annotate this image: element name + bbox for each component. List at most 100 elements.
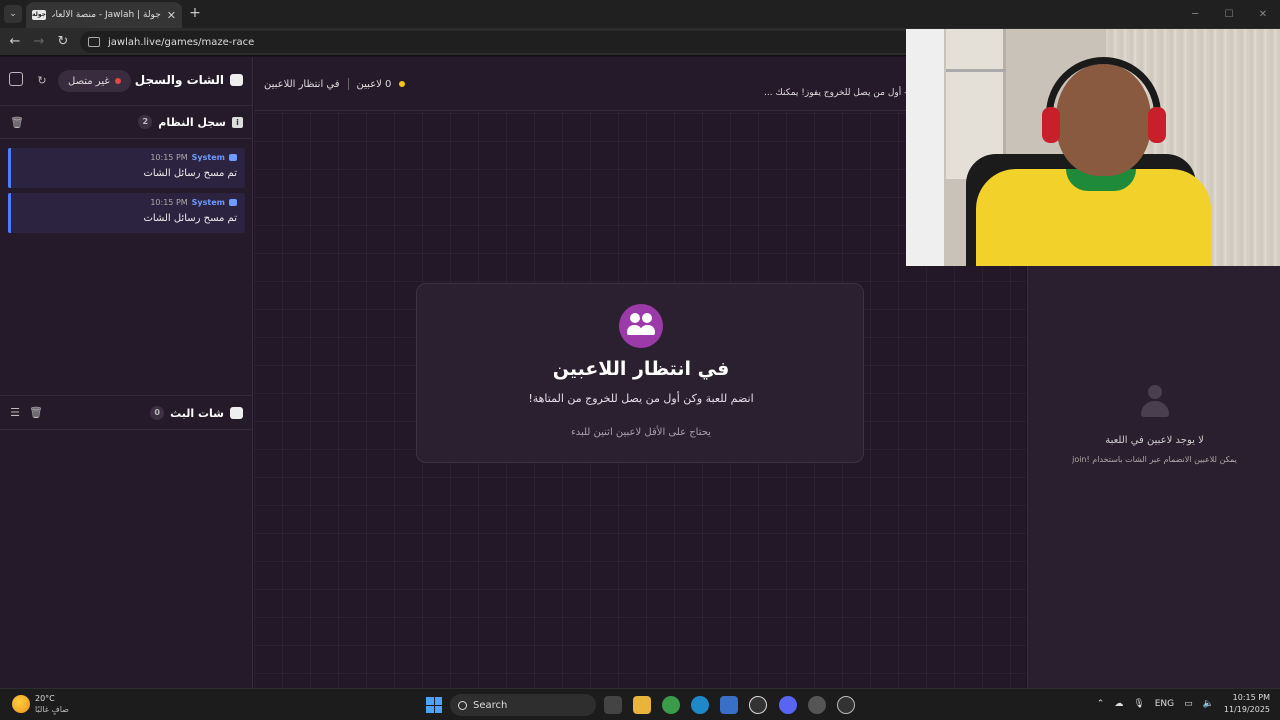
url-text: jawlah.live/games/maze-race xyxy=(108,36,255,48)
close-window-button[interactable]: ✕ xyxy=(1246,0,1280,28)
person-icon xyxy=(1140,385,1170,419)
browser-tab[interactable]: جولة جولة | Jawlah - منصة الألعاب الت...… xyxy=(26,2,182,28)
no-players-title: لا يوجد لاعبين في اللعبة xyxy=(1105,435,1204,446)
bot-icon xyxy=(229,154,237,161)
players-group-icon xyxy=(619,304,663,348)
weather-temperature: 20°C xyxy=(35,694,55,703)
message-meta: 10:15 PM System xyxy=(150,198,237,207)
system-log-header: 🗑 i سجل النظام 2 xyxy=(0,106,253,139)
offline-dot-icon xyxy=(114,78,121,84)
message-time: 10:15 PM xyxy=(150,198,188,207)
chrome-icon[interactable] xyxy=(662,696,680,714)
volume-icon[interactable]: 🔈 xyxy=(1203,699,1214,709)
waiting-card: في انتظار اللاعبين انضم للعبة وكن أول من… xyxy=(416,283,864,463)
maximize-button[interactable]: ☐ xyxy=(1212,0,1246,28)
no-players-hint: يمكن للاعبين الانضمام عبر الشات باستخدام… xyxy=(1072,455,1237,464)
stream-chat-count-badge: 0 xyxy=(150,406,165,420)
webcam-overlay xyxy=(906,29,1280,266)
address-bar[interactable]: jawlah.live/games/maze-race xyxy=(80,31,920,53)
bot-icon xyxy=(229,199,237,206)
tab-list-button[interactable]: ⌄ xyxy=(4,5,22,23)
stream-chat-title: شات البث 0 xyxy=(150,406,243,420)
tab-close-icon[interactable]: ✕ xyxy=(167,9,176,22)
discord-icon[interactable] xyxy=(779,696,797,714)
cloud-icon[interactable]: ☁ xyxy=(1114,699,1123,709)
clock[interactable]: 10:15 PM 11/19/2025 xyxy=(1224,692,1270,716)
browser-tab-bar: ⌄ جولة جولة | Jawlah - منصة الألعاب الت.… xyxy=(0,0,1280,28)
window-controls: ─ ☐ ✕ xyxy=(1178,0,1280,28)
network-icon[interactable]: ▭ xyxy=(1184,699,1193,709)
start-button[interactable] xyxy=(426,697,442,713)
sidebar-title: الشات والسجل xyxy=(135,73,243,87)
stream-chat-title-text: شات البث xyxy=(170,406,224,420)
minimize-button[interactable]: ─ xyxy=(1178,0,1212,28)
chat-bubble-icon xyxy=(230,74,243,86)
players-panel: لا يوجد لاعبين في اللعبة يمكن للاعبين ال… xyxy=(1027,265,1280,688)
microphone-icon[interactable]: 🎙 xyxy=(1133,699,1144,709)
connection-status-badge: غير متصل xyxy=(58,70,131,92)
chat-settings-button[interactable]: ☰ xyxy=(6,404,24,422)
game-status-bar: 0 لاعبين في انتظار اللاعبين - أول من يصل… xyxy=(254,57,908,111)
system-log-title-text: سجل النظام xyxy=(158,115,226,129)
players-dot-icon xyxy=(399,81,406,87)
sidebar-header: ↻ غير متصل الشات والسجل xyxy=(0,57,253,106)
waiting-hint: يحتاج على الأقل لاعبين اثنين للبدء xyxy=(571,427,711,438)
clock-time: 10:15 PM xyxy=(1232,693,1270,702)
waiting-title: في انتظار اللاعبين xyxy=(552,358,730,380)
task-view-icon[interactable] xyxy=(604,696,622,714)
collapse-sidebar-button[interactable] xyxy=(9,72,27,90)
weather-widget[interactable]: 20°C صافٍ غالبًا xyxy=(12,693,69,715)
waiting-subtitle: انضم للعبة وكن أول من يصل للخروج من المت… xyxy=(528,392,754,405)
system-tray: ⌃ ☁ 🎙 ENG ▭ 🔈 10:15 PM 11/19/2025 xyxy=(1097,692,1270,716)
refresh-icon: ↻ xyxy=(37,74,47,87)
store-icon[interactable] xyxy=(720,696,738,714)
clear-stream-chat-button[interactable]: 🗑 xyxy=(27,404,45,422)
sidebar-title-text: الشات والسجل xyxy=(134,73,224,87)
status-separator xyxy=(347,78,349,90)
settings-gear-icon[interactable] xyxy=(808,696,826,714)
panel-toggle-icon xyxy=(9,72,23,86)
message-meta: 10:15 PM System xyxy=(150,153,237,162)
players-count: 0 لاعبين xyxy=(356,78,392,90)
clock-date: 11/19/2025 xyxy=(1223,705,1270,714)
info-icon: i xyxy=(232,116,243,128)
new-tab-button[interactable]: + xyxy=(188,4,202,22)
stream-chat-header: ☰ 🗑 شات البث 0 xyxy=(0,395,253,430)
weather-sun-icon xyxy=(12,695,30,713)
message-text: تم مسح رسائل الشات xyxy=(143,168,237,179)
language-indicator[interactable]: ENG xyxy=(1155,699,1174,709)
message-time: 10:15 PM xyxy=(150,153,188,162)
system-message: 10:15 PM System تم مسح رسائل الشات xyxy=(8,148,245,188)
tray-overflow-icon[interactable]: ⌃ xyxy=(1097,699,1105,709)
site-info-icon[interactable] xyxy=(88,37,100,47)
announcement-ticker: - أول من يصل للخروج يفوز! يمكنك ... xyxy=(764,88,908,98)
file-explorer-icon[interactable] xyxy=(633,696,651,714)
os-taskbar: 20°C صافٍ غالبًا Search ⌃ ☁ 🎙 ENG ▭ 🔈 10… xyxy=(0,688,1280,720)
chat-bubble-icon xyxy=(230,407,243,419)
system-log-count-badge: 2 xyxy=(138,115,153,129)
reload-button[interactable]: ↻ xyxy=(54,33,72,51)
search-icon xyxy=(458,700,467,710)
tab-title: جولة | Jawlah - منصة الألعاب الت... xyxy=(52,10,161,20)
message-sender: System xyxy=(191,198,225,207)
edge-icon[interactable] xyxy=(691,696,709,714)
message-sender: System xyxy=(191,153,225,162)
trash-icon: 🗑 xyxy=(29,406,43,419)
back-button[interactable]: ← xyxy=(6,33,24,51)
system-message: 10:15 PM System تم مسح رسائل الشات xyxy=(8,193,245,233)
weather-description: صافٍ غالبًا xyxy=(35,705,69,714)
forward-button[interactable]: → xyxy=(30,33,48,51)
refresh-button[interactable]: ↻ xyxy=(33,72,51,90)
trash-icon: 🗑 xyxy=(10,116,24,129)
app-icon[interactable] xyxy=(837,696,855,714)
align-icon: ☰ xyxy=(10,406,20,419)
game-status-text: في انتظار اللاعبين xyxy=(264,78,340,90)
taskbar-search[interactable]: Search xyxy=(450,694,596,716)
system-log-title: i سجل النظام 2 xyxy=(138,115,243,129)
chat-sidebar: ↻ غير متصل الشات والسجل 🗑 i سجل النظام 2 xyxy=(0,57,253,688)
obs-icon[interactable] xyxy=(749,696,767,714)
tab-favicon-icon: جولة xyxy=(32,10,46,20)
clear-system-log-button[interactable]: 🗑 xyxy=(8,114,26,132)
search-label: Search xyxy=(473,699,508,711)
message-text: تم مسح رسائل الشات xyxy=(143,213,237,224)
